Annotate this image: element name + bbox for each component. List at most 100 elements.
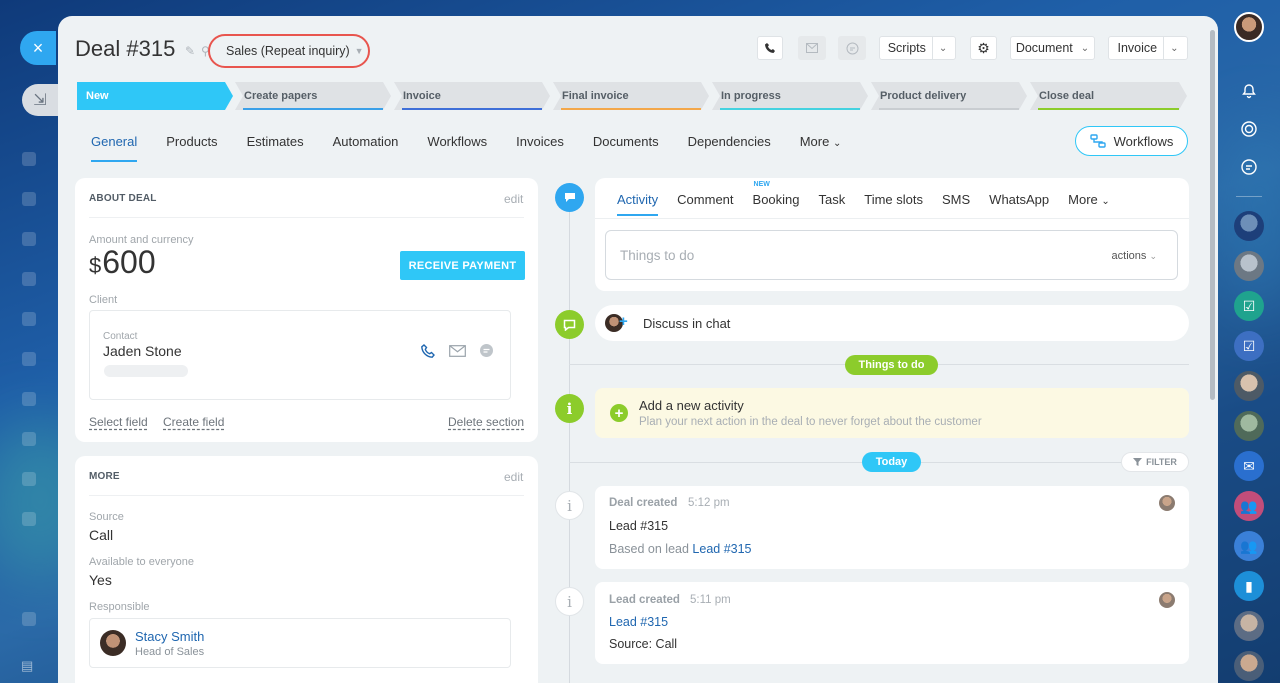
email-button[interactable] [798,36,826,60]
tab-more[interactable]: More ⌄ [1057,188,1118,216]
tab-workflows[interactable]: Workflows [414,132,503,162]
chevron-down-icon: ⌄ [1101,196,1110,207]
stage-label: Final invoice [562,90,629,102]
tab-task[interactable]: Task [808,188,854,216]
tab-estimates[interactable]: Estimates [234,132,320,162]
tab-products[interactable]: Products [153,132,233,162]
event-time: 5:12 pm [688,497,730,509]
responsible-name[interactable]: Stacy Smith [135,629,204,644]
call-button[interactable] [757,36,783,60]
close-icon[interactable]: × [20,31,56,65]
source-value: Call [89,527,114,543]
sidebar-divider [1236,196,1262,197]
scrollbar[interactable] [1210,30,1215,400]
things-to-do-input[interactable]: Things to do actions ⌄ [605,230,1178,280]
delete-section-link[interactable]: Delete section [448,415,524,429]
invoice-button[interactable]: Invoice ⌄ [1108,36,1188,60]
stage-create-papers[interactable]: Create papers [235,82,391,110]
chat-bubble-icon [846,42,858,54]
workflows-button[interactable]: Workflows [1075,126,1188,156]
filter-button[interactable]: FILTER [1121,452,1189,472]
available-value: Yes [89,572,112,588]
tabs-divider [595,218,1189,219]
stage-label: Create papers [244,90,318,102]
stage-invoice[interactable]: Invoice [394,82,550,110]
plus-circle-icon[interactable]: + [610,404,628,422]
section-header: MORE [89,471,120,482]
bookmark-icon[interactable]: ▮ [1234,571,1264,601]
chat-icon[interactable] [1234,152,1264,182]
copilot-icon[interactable] [1234,114,1264,144]
section-header: ABOUT DEAL [89,193,157,204]
tab-dependencies[interactable]: Dependencies [675,132,787,162]
group-icon[interactable]: 👥 [1234,491,1264,521]
tab-time-slots[interactable]: Time slots [853,188,931,216]
print-icon[interactable]: ▤ [21,658,35,673]
phone-icon[interactable] [420,343,436,359]
tab-invoices[interactable]: Invoices [503,132,580,162]
contact-name[interactable]: Jaden Stone [103,343,182,359]
task-icon[interactable]: ☑ [1234,291,1264,321]
chevron-down-icon: ⌄ [1080,42,1090,54]
menu-ghost-icon [22,352,36,366]
receive-payment-button[interactable]: RECEIVE PAYMENT [400,251,525,280]
menu-ghost-icon [22,192,36,206]
lead-link[interactable]: Lead #315 [692,542,751,556]
event-source-prefix: Based on lead [609,542,689,556]
stage-label: New [86,90,109,102]
edit-link[interactable]: edit [504,470,523,484]
tab-automation[interactable]: Automation [320,132,415,162]
settings-button[interactable]: ⚙ [970,36,997,60]
contact-avatar[interactable] [1234,371,1264,401]
tab-sms[interactable]: SMS [931,188,978,216]
tab-activity[interactable]: Activity [606,188,666,216]
stage-in-progress[interactable]: In progress [712,82,868,110]
mail-icon[interactable]: ✉ [1234,451,1264,481]
mail-icon[interactable] [449,345,466,357]
tab-more[interactable]: More ⌄ [787,132,858,162]
filter-icon [1133,458,1143,466]
workflows-label: Workflows [1113,133,1174,149]
input-placeholder: Things to do [620,248,695,263]
group-icon[interactable]: 👥 [1234,531,1264,561]
menu-ghost-icon [22,312,36,326]
select-field-link[interactable]: Select field [89,415,148,429]
document-button[interactable]: Document ⌄ [1010,36,1095,60]
bell-icon[interactable] [1234,76,1264,106]
stage-color-line [243,108,383,110]
user-avatar[interactable] [1234,12,1264,42]
discuss-in-chat-bar[interactable]: + Discuss in chat [595,305,1189,341]
task-icon[interactable]: ☑ [1234,331,1264,361]
add-activity-subtitle: Plan your next action in the deal to nev… [639,416,982,428]
stage-close-deal[interactable]: Close deal [1030,82,1187,110]
timeline-event-card: Lead created 5:11 pm Lead #315 Source: C… [595,582,1189,664]
chat-bubble-icon[interactable] [479,343,494,358]
contact-avatar[interactable] [1234,251,1264,281]
tab-documents[interactable]: Documents [580,132,675,162]
contact-avatar[interactable] [1234,651,1264,681]
minimize-icon[interactable]: ⇲ [22,84,58,116]
stage-product-delivery[interactable]: Product delivery [871,82,1027,110]
chevron-down-icon: ▼ [354,46,364,56]
responsible-label: Responsible [89,601,150,613]
about-deal-card: ABOUT DEAL edit Amount and currency $600… [75,178,538,442]
tab-general[interactable]: General [78,132,153,162]
chat-button[interactable] [838,36,866,60]
stage-new[interactable]: New [77,82,233,110]
contact-avatar[interactable] [1234,211,1264,241]
add-activity-card[interactable]: + Add a new activity Plan your next acti… [595,388,1189,438]
actions-dropdown[interactable]: actions ⌄ [1112,250,1157,262]
stage-color-line [720,108,860,110]
contact-avatar[interactable] [1234,611,1264,641]
contact-label: Contact [103,331,138,342]
create-field-link[interactable]: Create field [163,415,224,429]
edit-link[interactable]: edit [504,192,523,206]
contact-avatar[interactable] [1234,411,1264,441]
pipeline-selector[interactable]: Sales (Repeat inquiry) ▼ [208,34,370,68]
scripts-button[interactable]: Scripts ⌄ [879,36,956,60]
tab-whatsapp[interactable]: WhatsApp [978,188,1057,216]
lead-link[interactable]: Lead #315 [609,615,668,629]
tab-comment[interactable]: Comment [666,188,741,216]
tab-booking[interactable]: NEW Booking [742,181,808,216]
stage-final-invoice[interactable]: Final invoice [553,82,709,110]
